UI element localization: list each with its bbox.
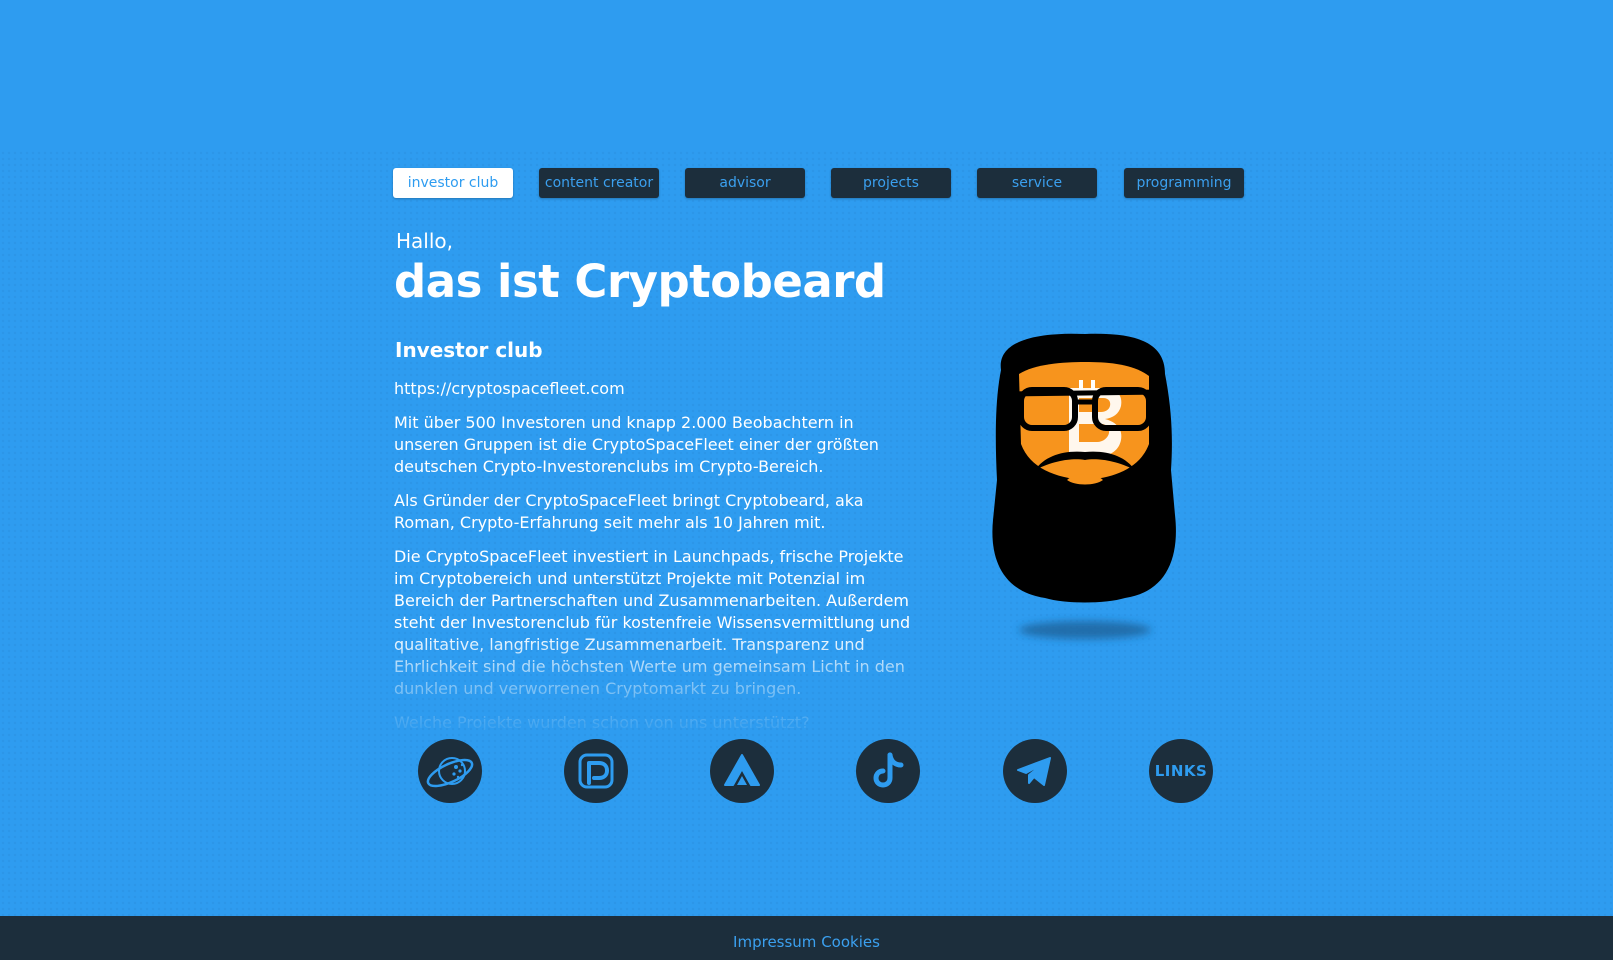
section-content[interactable]: https://cryptospacefleet.com Mit über 50… [394,378,914,730]
footer-links: Impressum Cookies [0,933,1613,951]
patreon-link-button[interactable] [564,739,628,803]
footer: Impressum Cookies [0,916,1613,960]
nav-projects-button[interactable]: projects [831,168,951,198]
website-link[interactable]: https://cryptospacefleet.com [394,379,625,398]
nav-investor-club-button[interactable]: investor club [393,168,513,198]
greeting: Hallo, [396,229,454,253]
tiktok-link-button[interactable] [856,739,920,803]
tiktok-icon [873,752,904,788]
patreon-icon [578,753,614,789]
paragraph-2: Als Gründer der CryptoSpaceFleet bringt … [394,491,864,532]
page-title: das ist Cryptobeard [394,255,886,308]
main-nav: investor club content creator advisor pr… [393,168,1244,199]
planet-link-button[interactable] [418,739,482,803]
cryptobeard-avatar [970,330,1205,650]
paragraph-3: Die CryptoSpaceFleet investiert in Launc… [394,547,911,698]
bearded-face-icon [970,330,1200,639]
social-links: LINKS [418,739,1218,803]
planet-icon [426,757,474,788]
links-link-button[interactable]: LINKS [1149,739,1213,803]
section-title: Investor club [395,338,543,362]
telegram-link-button[interactable] [1003,739,1067,803]
nav-advisor-button[interactable]: advisor [685,168,805,198]
nav-service-button[interactable]: service [977,168,1097,198]
nav-programming-button[interactable]: programming [1124,168,1244,198]
telegram-icon [1017,757,1051,786]
paragraph-4: Welche Projekte wurden schon von uns unt… [394,713,810,730]
links-icon: LINKS [1154,762,1208,780]
nav-content-creator-button[interactable]: content creator [539,168,659,198]
cookies-link[interactable]: Cookies [821,933,880,951]
impressum-link[interactable]: Impressum [733,933,816,951]
header-area [0,0,1613,150]
paragraph-1: Mit über 500 Investoren und knapp 2.000 … [394,413,879,476]
arweave-link-button[interactable] [710,739,774,803]
arweave-icon [724,754,760,786]
